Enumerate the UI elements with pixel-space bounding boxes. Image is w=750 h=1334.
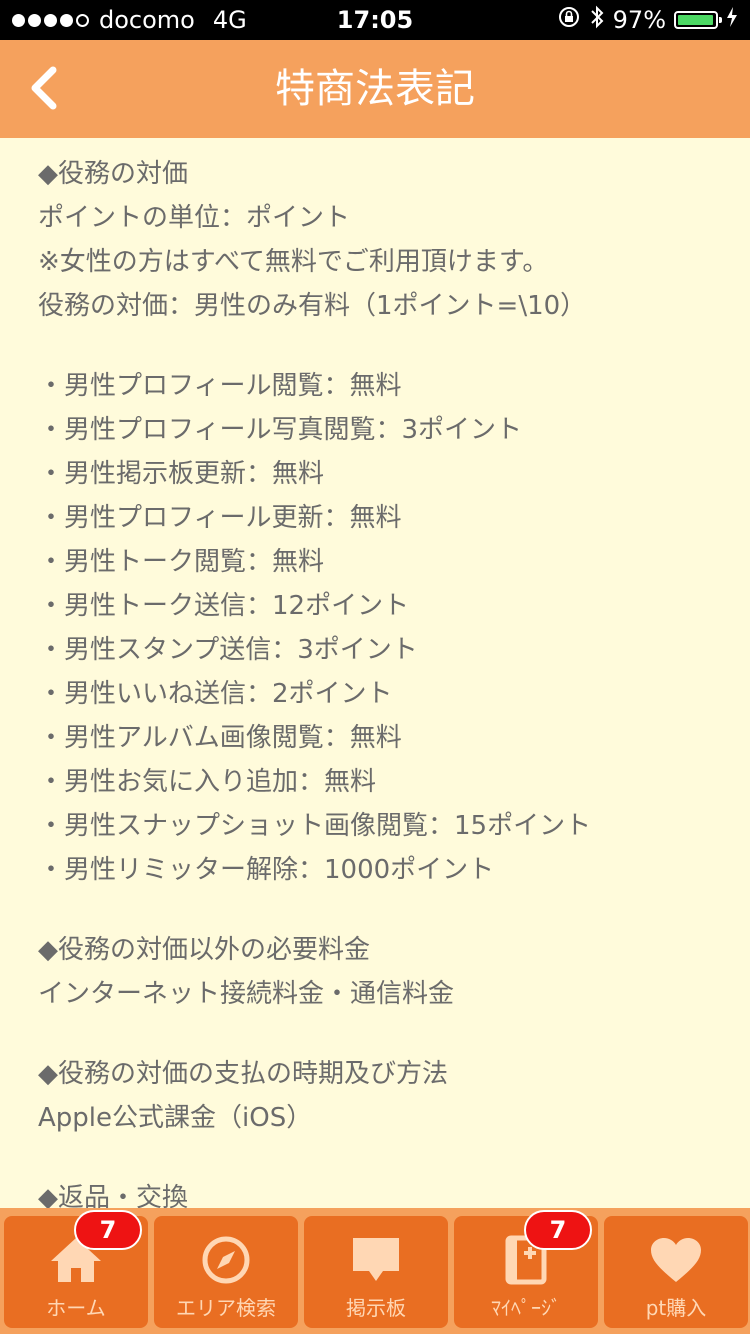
list-item: ・男性スナップショット画像閲覧：15ポイント xyxy=(38,811,592,841)
tab-my-page[interactable]: ﾏｲﾍﾟｰｼﾞ 7 xyxy=(454,1210,598,1328)
heart-icon xyxy=(648,1234,704,1286)
section-price: ◆役務の対価 ポイントの単位：ポイント ※女性の方はすべて無料でご利用頂けます。… xyxy=(38,152,728,328)
text-line: ◆役務の対価の支払の時期及び方法 xyxy=(38,1059,448,1089)
navigation-bar: 特商法表記 xyxy=(0,40,750,138)
tab-bulletin-board[interactable]: 掲示板 xyxy=(304,1216,448,1328)
list-item: ・男性プロフィール写真閲覧：3ポイント xyxy=(38,415,523,445)
notification-badge: 7 xyxy=(74,1210,142,1250)
text-line: Apple公式課金（iOS） xyxy=(38,1103,313,1133)
list-item: ・男性プロフィール更新：無料 xyxy=(38,503,402,533)
battery-percent: 97% xyxy=(612,6,666,34)
bluetooth-icon xyxy=(589,4,605,36)
list-item: ・男性いいね送信：2ポイント xyxy=(38,679,393,709)
tab-label: エリア検索 xyxy=(176,1296,276,1320)
tab-label: ホーム xyxy=(46,1296,106,1320)
page-title: 特商法表記 xyxy=(275,66,475,112)
list-item: ・男性トーク閲覧：無料 xyxy=(38,547,325,577)
section-other-fees: ◆役務の対価以外の必要料金 インターネット接続料金・通信料金 xyxy=(38,928,728,1016)
status-right: 97% xyxy=(557,0,738,40)
notification-badge: 7 xyxy=(524,1210,592,1250)
list-item: ・男性アルバム画像閲覧：無料 xyxy=(38,723,402,753)
speech-bubble-icon xyxy=(348,1234,404,1286)
list-item: ・男性リミッター解除：1000ポイント xyxy=(38,855,495,885)
list-item: ・男性掲示板更新：無料 xyxy=(38,459,325,489)
compass-icon xyxy=(198,1234,254,1286)
text-line: 役務の対価：男性のみ有料（1ポイント=\10） xyxy=(38,291,587,321)
tab-label: pt購入 xyxy=(645,1296,707,1320)
text-line: ※女性の方はすべて無料でご利用頂けます。 xyxy=(38,247,549,277)
tab-label: 掲示板 xyxy=(346,1296,406,1320)
tab-area-search[interactable]: エリア検索 xyxy=(154,1216,298,1328)
text-line: インターネット接続料金・通信料金 xyxy=(38,979,455,1009)
charging-icon xyxy=(726,6,738,34)
text-line: ◆役務の対価 xyxy=(38,159,188,189)
list-item: ・男性お気に入り追加：無料 xyxy=(38,767,377,797)
battery-icon xyxy=(674,11,722,29)
status-bar: docomo 4G 17:05 97% xyxy=(0,0,750,40)
text-line: ポイントの単位：ポイント xyxy=(38,203,351,233)
tab-home[interactable]: ホーム 7 xyxy=(4,1210,148,1328)
rotation-lock-icon xyxy=(557,5,581,35)
section-price-list: ・男性プロフィール閲覧：無料 ・男性プロフィール写真閲覧：3ポイント ・男性掲示… xyxy=(38,364,728,892)
tab-bar: ホーム 7 エリア検索 掲示板 ﾏｲﾍﾟｰｼﾞ 7 pt購入 xyxy=(0,1208,750,1334)
list-item: ・男性トーク送信：12ポイント xyxy=(38,591,410,621)
list-item: ・男性スタンプ送信：3ポイント xyxy=(38,635,418,665)
text-line: ◆役務の対価以外の必要料金 xyxy=(38,935,370,965)
list-item: ・男性プロフィール閲覧：無料 xyxy=(38,371,402,401)
tab-point-purchase[interactable]: pt購入 xyxy=(604,1216,748,1328)
section-payment: ◆役務の対価の支払の時期及び方法 Apple公式課金（iOS） xyxy=(38,1052,728,1140)
legal-notice-content: ◆役務の対価 ポイントの単位：ポイント ※女性の方はすべて無料でご利用頂けます。… xyxy=(38,152,728,1220)
tab-label: ﾏｲﾍﾟｰｼﾞ xyxy=(491,1296,561,1320)
